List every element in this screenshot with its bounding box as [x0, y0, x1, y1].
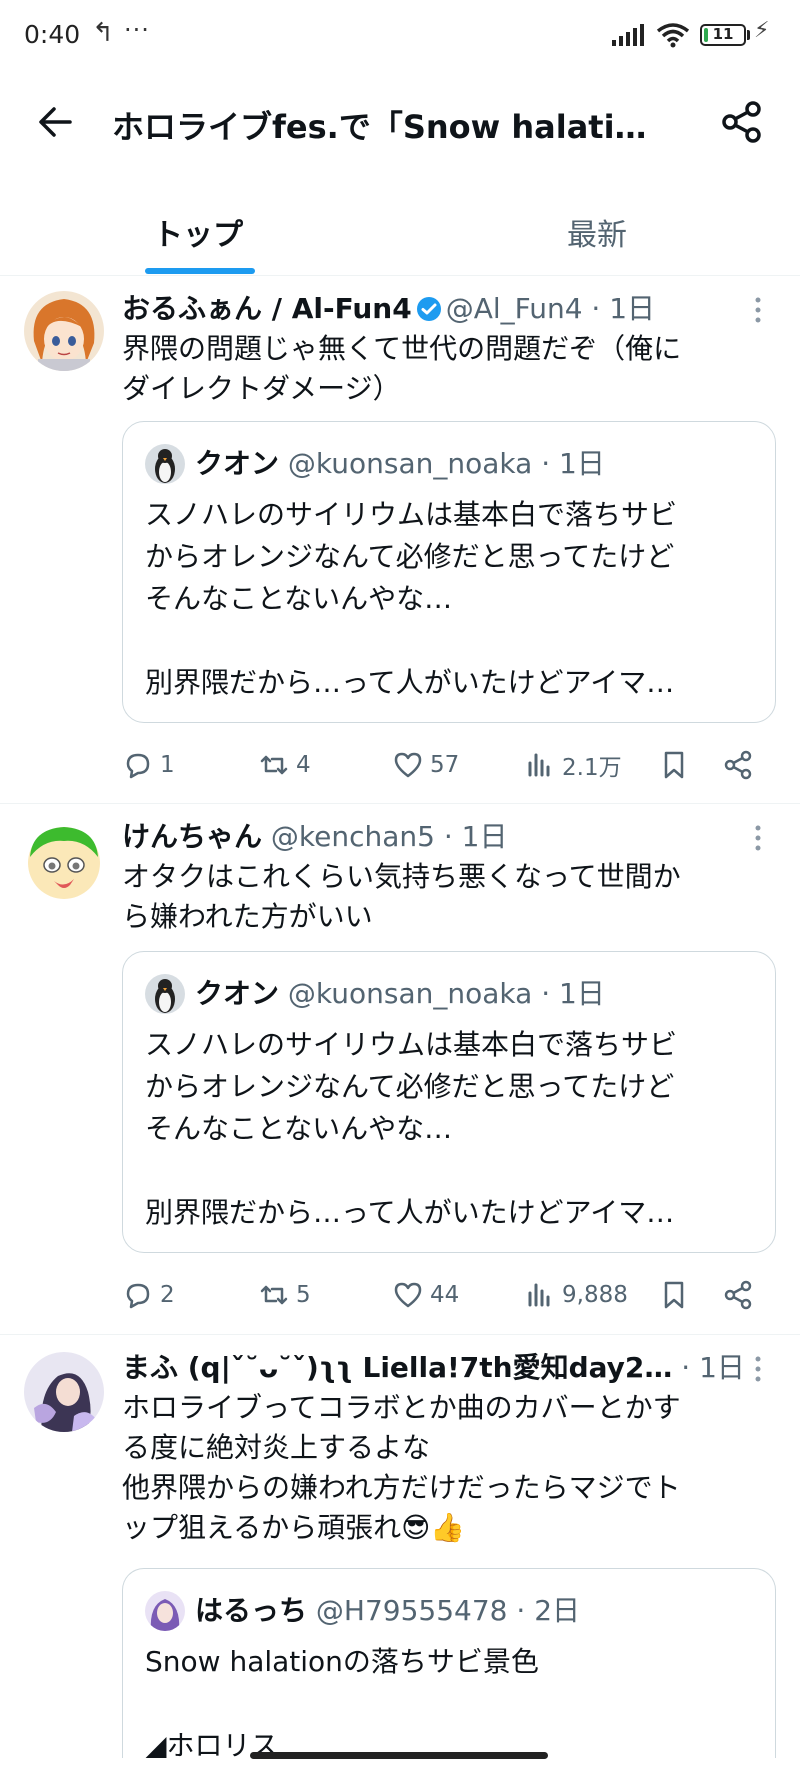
share-icon[interactable]	[720, 100, 764, 144]
heart-icon	[394, 1282, 422, 1308]
handle: @kenchan5 · 1日	[270, 820, 508, 853]
avatar[interactable]	[24, 1352, 104, 1432]
post-header: おるふぁん / Al-Fun4 @Al_Fun4 · 1日	[122, 289, 742, 329]
avatar[interactable]	[24, 291, 104, 371]
like-button[interactable]: 44	[392, 1275, 459, 1315]
repost-count: 4	[296, 752, 311, 778]
bookmark-icon	[664, 1281, 684, 1309]
post[interactable]: けんちゃん @kenchan5 · 1日 オタクはこれくらい気持ち悪くなって世間…	[0, 805, 800, 1335]
post-header: まふ (q|ˇ˘ᴗ˘ˇ)ʅʅ Liella!7th愛知day2… · 1日	[122, 1348, 742, 1388]
share-button[interactable]	[722, 745, 760, 785]
repost-button[interactable]: 4	[258, 745, 311, 785]
active-tab-indicator	[145, 268, 255, 274]
reply-count: 1	[160, 752, 175, 778]
repost-icon	[260, 755, 288, 775]
verified-badge-icon	[416, 297, 441, 321]
more-options-icon[interactable]	[748, 823, 768, 853]
status-more-icon: ···	[124, 16, 150, 44]
bookmark-button[interactable]	[658, 745, 696, 785]
tab-bar: トップ 最新	[0, 190, 800, 276]
handle: @Al_Fun4 · 1日	[445, 292, 656, 325]
quote-handle: @kuonsan_noaka · 1日	[287, 977, 605, 1010]
views-icon	[528, 1283, 550, 1307]
page-title: ホロライブfes.で「Snow halati…	[112, 108, 647, 146]
tab-top-label: トップ	[153, 218, 243, 253]
share-button[interactable]	[722, 1275, 760, 1315]
quoted-post[interactable]: クオン @kuonsan_noaka · 1日 スノハレのサイリウムは基本白で落…	[122, 421, 776, 723]
reply-button[interactable]: 1	[122, 745, 175, 785]
quote-text: Snow halationの落ちサビ景色 ◢ホロリス	[145, 1645, 539, 1758]
repost-button[interactable]: 5	[258, 1275, 311, 1315]
post-text: ホロライブってコラボとか曲のカバーとかす る度に絶対炎上するよな 他界隈からの嫌…	[122, 1391, 681, 1544]
home-indicator[interactable]	[250, 1752, 548, 1759]
quote-header: はるっち @H79555478 · 2日	[195, 1589, 755, 1633]
views-button[interactable]: 9,888	[524, 1275, 628, 1315]
quote-avatar	[145, 1591, 185, 1631]
header: ホロライブfes.で「Snow halati…	[0, 72, 800, 172]
display-name[interactable]: まふ (q|ˇ˘ᴗ˘ˇ)ʅʅ Liella!7th愛知day2…	[122, 1351, 672, 1384]
reply-icon	[126, 753, 150, 779]
back-arrow-icon[interactable]	[34, 100, 78, 144]
quote-header: クオン @kuonsan_noaka · 1日	[195, 442, 755, 486]
wifi-icon	[656, 23, 690, 48]
share-icon	[724, 750, 752, 780]
action-bar: 1 4 57 2.1万	[122, 745, 762, 785]
quote-display-name: クオン	[195, 447, 280, 480]
heart-icon	[394, 752, 422, 778]
post-text: 界隈の問題じゃ無くて世代の問題だぞ（俺に ダイレクトダメージ）	[122, 332, 682, 405]
like-count: 57	[430, 752, 460, 778]
charging-icon: ⚡	[754, 18, 770, 43]
battery-nub	[747, 30, 750, 40]
share-icon	[724, 1280, 752, 1310]
quote-handle: @H79555478 · 2日	[315, 1594, 581, 1627]
status-bar: 0:40 ↰ ··· 11 ⚡	[0, 0, 800, 72]
views-count: 9,888	[562, 1282, 628, 1308]
like-count: 44	[430, 1282, 460, 1308]
quote-handle: @kuonsan_noaka · 1日	[287, 447, 605, 480]
reply-count: 2	[160, 1282, 175, 1308]
quoted-post[interactable]: はるっち @H79555478 · 2日 Snow halationの落ちサビ景…	[122, 1568, 776, 1758]
post[interactable]: まふ (q|ˇ˘ᴗ˘ˇ)ʅʅ Liella!7th愛知day2… · 1日 ホロ…	[0, 1336, 800, 1758]
reply-button[interactable]: 2	[122, 1275, 175, 1315]
status-back-icon: ↰	[92, 18, 114, 48]
tab-latest-label: 最新	[567, 218, 627, 253]
quote-display-name: クオン	[195, 977, 280, 1010]
more-options-icon[interactable]	[748, 295, 768, 325]
quote-display-name: はるっち	[195, 1594, 308, 1627]
display-name[interactable]: けんちゃん	[122, 820, 262, 853]
quote-header: クオン @kuonsan_noaka · 1日	[195, 972, 755, 1016]
bookmark-button[interactable]	[658, 1275, 696, 1315]
quote-avatar	[145, 444, 185, 484]
repost-count: 5	[296, 1282, 311, 1308]
action-bar: 2 5 44 9,888	[122, 1275, 762, 1315]
like-button[interactable]: 57	[392, 745, 459, 785]
display-name[interactable]: おるふぁん / Al-Fun4	[122, 292, 412, 325]
battery-percentage: 11	[712, 25, 734, 43]
views-button[interactable]: 2.1万	[524, 745, 622, 785]
bookmark-icon	[664, 751, 684, 779]
quoted-post[interactable]: クオン @kuonsan_noaka · 1日 スノハレのサイリウムは基本白で落…	[122, 951, 776, 1253]
quote-text: スノハレのサイリウムは基本白で落ちサビ からオレンジなんて必修だと思ってたけど …	[145, 1028, 678, 1229]
views-count: 2.1万	[562, 755, 622, 781]
quote-text: スノハレのサイリウムは基本白で落ちサビ からオレンジなんて必修だと思ってたけど …	[145, 498, 678, 699]
avatar[interactable]	[24, 821, 104, 901]
post-header: けんちゃん @kenchan5 · 1日	[122, 817, 742, 857]
more-options-icon[interactable]	[748, 1354, 768, 1384]
post-text: オタクはこれくらい気持ち悪くなって世間か ら嫌われた方がいい	[122, 860, 681, 933]
battery-icon: 11	[700, 24, 746, 46]
handle: · 1日	[681, 1351, 742, 1384]
signal-icon	[612, 24, 644, 46]
views-icon	[528, 753, 550, 777]
post[interactable]: おるふぁん / Al-Fun4 @Al_Fun4 · 1日 界隈の問題じゃ無くて世…	[0, 277, 800, 804]
reply-icon	[126, 1283, 150, 1309]
status-time: 0:40	[24, 20, 81, 49]
quote-avatar	[145, 974, 185, 1014]
repost-icon	[260, 1285, 288, 1305]
